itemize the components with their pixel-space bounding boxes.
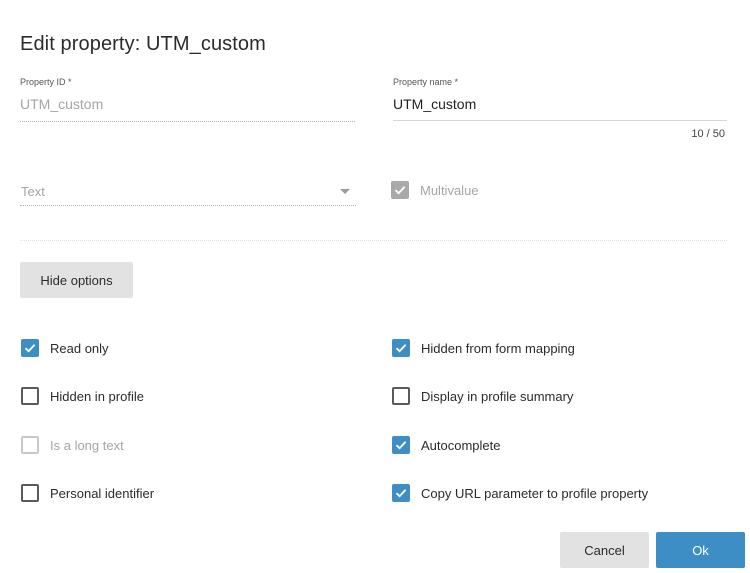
read-only-checkbox[interactable] — [21, 339, 39, 357]
display-in-profile-summary-label: Display in profile summary — [421, 388, 574, 404]
hidden-in-profile-label: Hidden in profile — [50, 388, 144, 404]
display-in-profile-summary-option[interactable]: Display in profile summary — [392, 385, 573, 407]
multivalue-label: Multivalue — [420, 182, 479, 198]
character-counter: 10 / 50 — [691, 128, 725, 140]
hidden-from-form-mapping-label: Hidden from form mapping — [421, 340, 575, 356]
hidden-in-profile-option[interactable]: Hidden in profile — [21, 385, 144, 407]
edit-property-dialog: Edit property: UTM_custom Property ID * … — [0, 0, 750, 573]
read-only-option[interactable]: Read only — [21, 337, 109, 359]
check-icon — [24, 344, 36, 353]
dialog-title: Edit property: UTM_custom — [20, 33, 266, 55]
is-long-text-option: Is a long text — [21, 434, 124, 456]
personal-identifier-checkbox[interactable] — [21, 484, 39, 502]
hidden-in-profile-checkbox[interactable] — [21, 387, 39, 405]
is-long-text-checkbox — [21, 436, 39, 454]
check-icon — [395, 441, 407, 450]
property-name-label: Property name * — [393, 77, 459, 87]
copy-url-parameter-option[interactable]: Copy URL parameter to profile property — [392, 482, 648, 504]
autocomplete-option[interactable]: Autocomplete — [392, 434, 501, 456]
check-icon — [395, 489, 407, 498]
personal-identifier-label: Personal identifier — [50, 485, 155, 501]
property-name-field[interactable]: Property name * UTM_custom — [393, 77, 727, 121]
type-select: Text — [20, 181, 356, 206]
property-id-value: UTM_custom — [20, 96, 104, 112]
copy-url-parameter-checkbox[interactable] — [392, 484, 410, 502]
check-icon — [395, 344, 407, 353]
hidden-from-form-mapping-checkbox[interactable] — [392, 339, 410, 357]
property-name-input[interactable]: UTM_custom — [393, 96, 727, 112]
multivalue-option: Multivalue — [391, 179, 479, 201]
check-icon — [394, 186, 406, 195]
read-only-label: Read only — [50, 340, 109, 356]
personal-identifier-option[interactable]: Personal identifier — [21, 482, 154, 504]
cancel-button[interactable]: Cancel — [560, 532, 649, 568]
autocomplete-checkbox[interactable] — [392, 436, 410, 454]
multivalue-checkbox — [391, 181, 409, 199]
property-id-field: Property ID * UTM_custom — [20, 77, 355, 122]
is-long-text-label: Is a long text — [50, 437, 124, 453]
section-divider — [20, 240, 727, 241]
caret-down-icon — [340, 189, 350, 194]
property-id-label: Property ID * — [20, 77, 72, 87]
type-select-value: Text — [21, 184, 45, 199]
ok-button[interactable]: Ok — [656, 532, 745, 568]
hidden-from-form-mapping-option[interactable]: Hidden from form mapping — [392, 337, 575, 359]
display-in-profile-summary-checkbox[interactable] — [392, 387, 410, 405]
autocomplete-label: Autocomplete — [421, 437, 501, 453]
copy-url-parameter-label: Copy URL parameter to profile property — [421, 485, 649, 501]
hide-options-button[interactable]: Hide options — [20, 262, 133, 298]
